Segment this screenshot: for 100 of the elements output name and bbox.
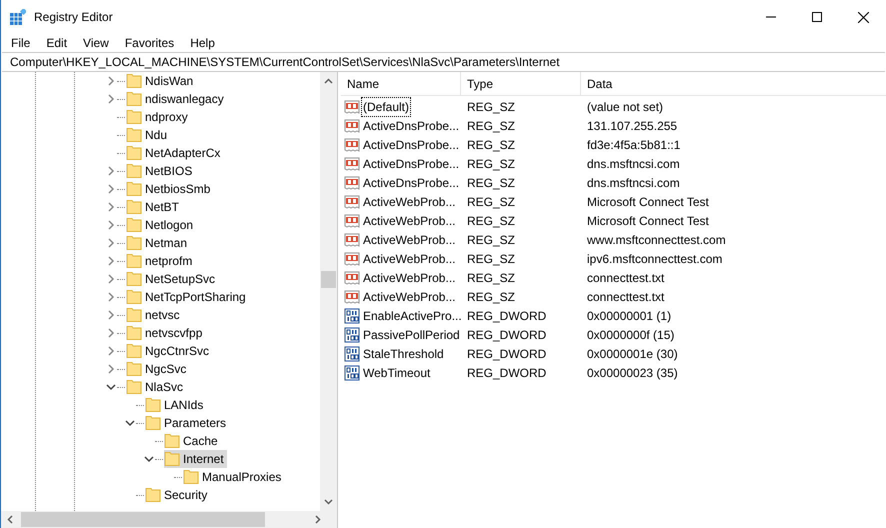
tree-item[interactable]: NgcCtnrSvc [106, 342, 212, 360]
value-data: 0x00000023 (35) [586, 364, 678, 382]
scroll-thumb[interactable] [321, 271, 336, 288]
tree-item[interactable]: ManualProxies [163, 468, 284, 486]
folder-icon [126, 289, 142, 305]
tree-item[interactable]: NetBIOS [106, 162, 196, 180]
column-header[interactable]: Name [341, 72, 461, 95]
tree-item[interactable]: Ndu [106, 126, 170, 144]
tree-item[interactable]: NetBT [106, 198, 182, 216]
scroll-left-icon[interactable] [7, 515, 13, 524]
column-header[interactable]: Data [581, 72, 741, 95]
menu-item[interactable]: Edit [39, 34, 74, 52]
tree-item[interactable]: NetSetupSvc [106, 270, 218, 288]
registry-editor-icon [10, 9, 26, 25]
folder-icon [126, 127, 142, 143]
folder-icon [126, 199, 142, 215]
value-data: dns.msftncsi.com [586, 174, 680, 192]
folder-icon [126, 91, 142, 107]
value-type: REG_DWORD [466, 308, 548, 324]
value-type: REG_SZ [466, 212, 516, 230]
tree-item[interactable]: NetbiosSmb [106, 180, 214, 198]
tree-item[interactable]: netvsc [106, 306, 183, 324]
value-name[interactable]: ActiveWebProb... [361, 286, 458, 306]
folder-icon [126, 145, 142, 161]
tree-item[interactable]: LANIds [125, 396, 206, 414]
menu-item[interactable]: File [4, 34, 38, 52]
value-name[interactable]: ActiveDnsProbe... [361, 172, 462, 192]
value-type: REG_SZ [466, 270, 516, 286]
tree-item[interactable]: ndiswanlegacy [106, 90, 227, 108]
tree-item[interactable]: netvscvfpp [106, 324, 206, 342]
value-name[interactable]: ActiveWebProb... [361, 210, 458, 230]
maximize-icon [812, 12, 822, 22]
tree-item[interactable]: ndproxy [106, 108, 191, 126]
value-name[interactable]: EnableActivePro... [361, 306, 464, 326]
string-value-icon [344, 118, 360, 134]
string-value-icon [344, 136, 360, 152]
tree-item[interactable]: NgcSvc [106, 360, 190, 378]
tree-item[interactable]: Cache [144, 432, 221, 450]
binary-value-icon [344, 346, 360, 362]
scroll-up-icon[interactable] [324, 78, 333, 84]
menu-item[interactable]: View [76, 34, 116, 52]
value-name[interactable]: ActiveWebProb... [361, 248, 458, 268]
folder-icon [126, 163, 142, 179]
scroll-thumb[interactable] [21, 512, 265, 527]
value-name[interactable]: PassivePollPeriod [361, 324, 462, 344]
close-icon [858, 12, 868, 22]
folder-icon [126, 73, 142, 89]
folder-icon [126, 325, 142, 341]
horizontal-scrollbar[interactable] [1, 511, 337, 528]
address-bar[interactable]: Computer\HKEY_LOCAL_MACHINE\SYSTEM\CurrentControlSet\Services\NlaSvc\Parameters\Internet [2, 52, 885, 72]
folder-icon [145, 487, 161, 503]
chevron-down-icon[interactable] [125, 418, 135, 428]
scroll-right-icon[interactable] [315, 515, 321, 524]
value-type: REG_SZ [466, 194, 516, 210]
folder-icon [126, 379, 142, 395]
value-type: REG_DWORD [466, 346, 548, 362]
string-value-icon [344, 270, 360, 286]
scroll-down-icon[interactable] [324, 499, 333, 505]
value-name[interactable]: ActiveWebProb... [361, 230, 458, 250]
value-data: dns.msftncsi.com [586, 156, 680, 172]
value-name[interactable]: ActiveWebProb... [361, 268, 458, 288]
value-name[interactable]: ActiveDnsProbe... [361, 134, 462, 154]
value-name[interactable]: WebTimeout [361, 362, 432, 382]
value-type: REG_SZ [466, 98, 516, 116]
tree-item[interactable]: netprofm [106, 252, 196, 270]
value-name[interactable]: ActiveDnsProbe... [361, 154, 462, 174]
value-type: REG_SZ [466, 118, 516, 134]
value-name[interactable]: ActiveWebProb... [361, 192, 458, 212]
value-data: (value not set) [586, 98, 664, 116]
tree-item[interactable]: Netlogon [106, 216, 196, 234]
string-value-icon [344, 288, 360, 304]
tree-item[interactable]: NetTcpPortSharing [106, 288, 249, 306]
chevron-down-icon[interactable] [144, 454, 154, 464]
vertical-scrollbar[interactable] [320, 72, 337, 511]
string-value-icon [344, 232, 360, 248]
tree-item[interactable]: NlaSvc [106, 378, 186, 396]
tree-item[interactable]: Parameters [125, 414, 230, 432]
value-data: connecttest.txt [586, 288, 664, 306]
tree-item[interactable]: NdisWan [106, 72, 196, 90]
folder-icon [126, 361, 142, 377]
tree-item[interactable]: Netman [106, 234, 190, 252]
string-value-icon [344, 212, 360, 228]
value-type: REG_SZ [466, 250, 516, 268]
value-data: fd3e:4f5a:5b81::1 [586, 136, 680, 154]
value-type: REG_DWORD [466, 364, 548, 382]
menu-item[interactable]: Favorites [118, 34, 182, 52]
folder-icon [126, 235, 142, 251]
chevron-down-icon[interactable] [106, 382, 116, 392]
value-data: 0x0000000f (15) [586, 326, 674, 344]
folder-icon [126, 253, 142, 269]
tree-item[interactable]: Security [125, 486, 210, 504]
value-name[interactable]: ActiveDnsProbe... [361, 116, 462, 136]
folder-icon [126, 307, 142, 323]
value-name[interactable]: (Default) [361, 96, 412, 116]
string-value-icon [344, 194, 360, 210]
value-name[interactable]: StaleThreshold [361, 344, 446, 364]
column-header[interactable]: Type [461, 72, 581, 95]
tree-item[interactable]: NetAdapterCx [106, 144, 224, 162]
menu-item[interactable]: Help [183, 34, 222, 52]
value-type: REG_SZ [466, 288, 516, 306]
